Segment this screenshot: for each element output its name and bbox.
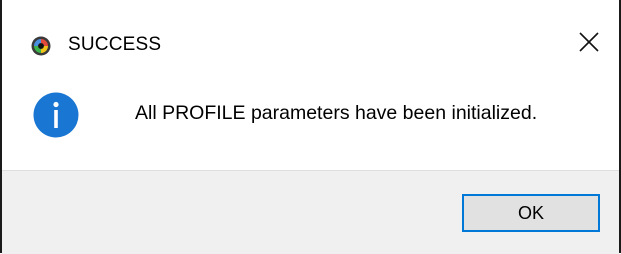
info-icon [33, 92, 79, 138]
message-text: All PROFILE parameters have been initial… [135, 102, 538, 124]
message-dialog: SUCCESS All PROFILE parameters have been… [0, 0, 621, 254]
close-icon [578, 31, 600, 58]
title-bar[interactable]: SUCCESS [2, 0, 619, 92]
close-button[interactable] [569, 24, 609, 64]
button-bar: OK [2, 170, 619, 254]
app-logo-icon [31, 36, 51, 56]
ok-button[interactable]: OK [462, 194, 600, 232]
window-title: SUCCESS [68, 34, 162, 55]
dialog-content: All PROFILE parameters have been initial… [2, 92, 619, 170]
